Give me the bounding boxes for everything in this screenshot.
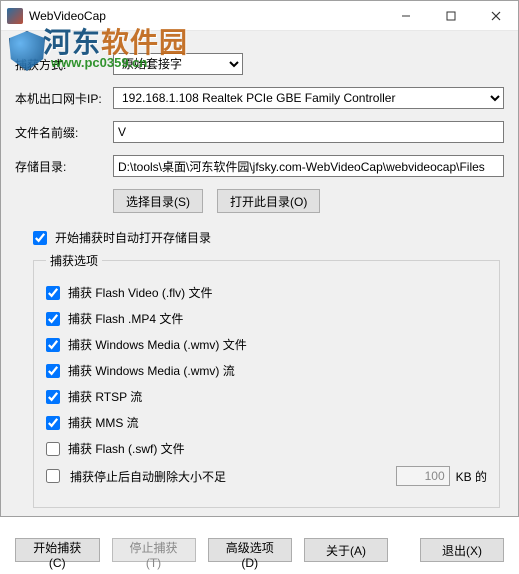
- capture-wmv-stream-row[interactable]: 捕获 Windows Media (.wmv) 流: [46, 362, 487, 379]
- minimize-button[interactable]: [383, 1, 428, 31]
- capture-rtsp-checkbox[interactable]: [46, 390, 60, 404]
- app-window: WebVideoCap 河东软件园 www.pc0359.cn 捕获方式: 原始…: [0, 0, 519, 517]
- close-icon: [491, 11, 501, 21]
- filename-prefix-input[interactable]: [113, 121, 504, 143]
- window-title: WebVideoCap: [29, 9, 106, 23]
- capture-options-legend: 捕获选项: [46, 252, 102, 269]
- content-area: 捕获方式: 原始套接字 本机出口网卡IP: 192.168.1.108 Real…: [1, 31, 518, 530]
- capture-wmv-file-checkbox[interactable]: [46, 338, 60, 352]
- capture-wmv-file-label: 捕获 Windows Media (.wmv) 文件: [68, 336, 247, 353]
- capture-wmv-stream-checkbox[interactable]: [46, 364, 60, 378]
- capture-mms-label: 捕获 MMS 流: [68, 414, 139, 431]
- nic-label: 本机出口网卡IP:: [15, 90, 105, 107]
- auto-delete-checkbox[interactable]: [46, 469, 60, 483]
- capture-swf-label: 捕获 Flash (.swf) 文件: [68, 440, 185, 457]
- capture-method-label: 捕获方式:: [15, 56, 105, 73]
- choose-folder-button[interactable]: 选择目录(S): [113, 189, 203, 213]
- minimize-icon: [401, 11, 411, 21]
- capture-swf-checkbox[interactable]: [46, 442, 60, 456]
- capture-flv-checkbox[interactable]: [46, 286, 60, 300]
- maximize-button[interactable]: [428, 1, 473, 31]
- start-capture-button[interactable]: 开始捕获(C): [15, 538, 100, 562]
- capture-swf-row[interactable]: 捕获 Flash (.swf) 文件: [46, 440, 487, 457]
- capture-method-select[interactable]: 原始套接字: [113, 53, 243, 75]
- stop-capture-button: 停止捕获(T): [112, 538, 196, 562]
- auto-open-folder-checkbox[interactable]: [33, 231, 47, 245]
- capture-flv-label: 捕获 Flash Video (.flv) 文件: [68, 284, 212, 301]
- capture-flv-row[interactable]: 捕获 Flash Video (.flv) 文件: [46, 284, 487, 301]
- filename-prefix-label: 文件名前缀:: [15, 124, 105, 141]
- auto-delete-label: 捕获停止后自动删除大小不足: [70, 468, 226, 485]
- close-button[interactable]: [473, 1, 518, 31]
- auto-open-folder-label: 开始捕获时自动打开存储目录: [55, 229, 211, 246]
- auto-open-folder-row[interactable]: 开始捕获时自动打开存储目录: [33, 229, 504, 246]
- min-size-input: [396, 466, 450, 486]
- capture-wmv-file-row[interactable]: 捕获 Windows Media (.wmv) 文件: [46, 336, 487, 353]
- nic-select[interactable]: 192.168.1.108 Realtek PCIe GBE Family Co…: [113, 87, 504, 109]
- capture-rtsp-label: 捕获 RTSP 流: [68, 388, 142, 405]
- app-icon: [7, 8, 23, 24]
- kb-suffix-label: KB 的: [456, 468, 487, 485]
- titlebar: WebVideoCap: [1, 1, 518, 31]
- exit-button[interactable]: 退出(X): [420, 538, 504, 562]
- capture-wmv-stream-label: 捕获 Windows Media (.wmv) 流: [68, 362, 235, 379]
- advanced-options-button[interactable]: 高级选项(D): [208, 538, 293, 562]
- bottom-button-bar: 开始捕获(C) 停止捕获(T) 高级选项(D) 关于(A) 退出(X): [1, 530, 518, 574]
- about-button[interactable]: 关于(A): [304, 538, 388, 562]
- open-folder-button[interactable]: 打开此目录(O): [217, 189, 320, 213]
- capture-mp4-label: 捕获 Flash .MP4 文件: [68, 310, 183, 327]
- maximize-icon: [446, 11, 456, 21]
- capture-mms-row[interactable]: 捕获 MMS 流: [46, 414, 487, 431]
- capture-mp4-checkbox[interactable]: [46, 312, 60, 326]
- capture-mms-checkbox[interactable]: [46, 416, 60, 430]
- storage-folder-input[interactable]: [113, 155, 504, 177]
- capture-rtsp-row[interactable]: 捕获 RTSP 流: [46, 388, 487, 405]
- capture-options-group: 捕获选项 捕获 Flash Video (.flv) 文件 捕获 Flash .…: [33, 252, 500, 508]
- capture-mp4-row[interactable]: 捕获 Flash .MP4 文件: [46, 310, 487, 327]
- storage-folder-label: 存储目录:: [15, 158, 105, 175]
